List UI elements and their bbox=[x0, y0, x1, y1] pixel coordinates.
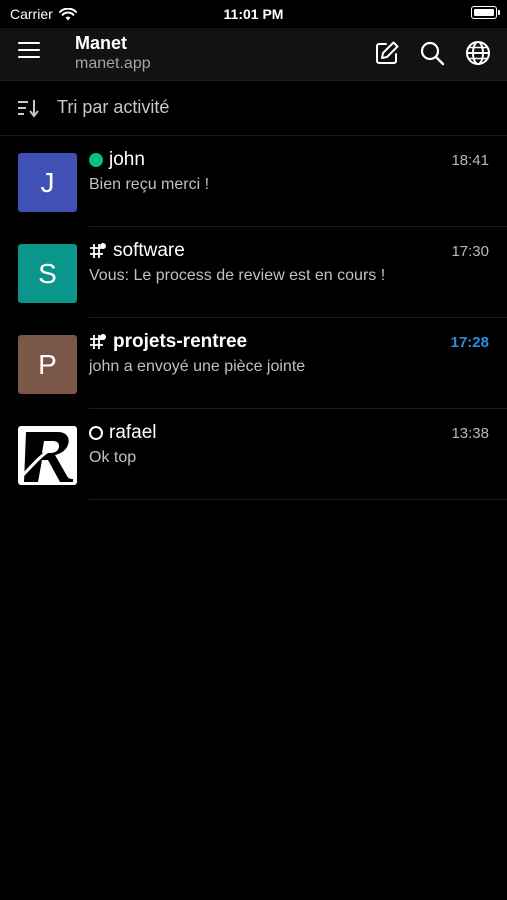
sort-icon bbox=[18, 100, 39, 118]
clock: 11:01 PM bbox=[223, 6, 284, 22]
room-time: 18:41 bbox=[451, 152, 489, 169]
room-name-line: projets-rentree bbox=[89, 331, 247, 353]
k-logo-avatar bbox=[20, 432, 73, 482]
search-icon[interactable] bbox=[419, 40, 445, 66]
room-name-line: software bbox=[89, 240, 185, 262]
room-name-line: john bbox=[89, 149, 145, 171]
online-status-icon bbox=[89, 153, 103, 167]
app-header: Manet manet.app bbox=[0, 28, 507, 81]
room-preview: Vous: Le process de review est en cours … bbox=[89, 267, 386, 284]
avatar: J bbox=[18, 153, 77, 212]
room-name: software bbox=[113, 240, 185, 261]
room-preview: Bien reçu merci ! bbox=[89, 176, 210, 193]
status-bar: Carrier 11:01 PM bbox=[0, 0, 507, 28]
compose-icon[interactable] bbox=[374, 40, 400, 66]
offline-status-icon bbox=[89, 426, 103, 440]
divider bbox=[89, 499, 507, 500]
avatar bbox=[18, 426, 77, 485]
room-item-john[interactable]: J john 18:41 Bien reçu merci ! bbox=[0, 136, 507, 227]
sort-label: Tri par activité bbox=[57, 97, 170, 117]
room-item-software[interactable]: S software 17:30 Vous: Le process de rev… bbox=[0, 227, 507, 318]
server-subtitle: manet.app bbox=[75, 55, 151, 72]
room-preview: john a envoyé une pièce jointe bbox=[89, 358, 306, 375]
room-name-line: rafael bbox=[89, 422, 157, 444]
avatar: P bbox=[18, 335, 77, 394]
room-name: projets-rentree bbox=[113, 331, 248, 352]
group-room-icon bbox=[90, 243, 106, 258]
group-room-icon bbox=[90, 334, 106, 349]
menu-icon bbox=[18, 42, 40, 44]
room-preview: Ok top bbox=[89, 449, 137, 466]
room-time: 17:30 bbox=[451, 243, 489, 260]
menu-button[interactable] bbox=[18, 42, 40, 60]
server-title: Manet bbox=[75, 33, 128, 53]
room-item-rafael[interactable]: rafael 13:38 Ok top bbox=[0, 409, 507, 500]
globe-icon[interactable] bbox=[465, 40, 491, 66]
room-name: rafael bbox=[109, 422, 157, 443]
room-item-projets-rentree[interactable]: P projets-rentree 17:28 john a envoyé un… bbox=[0, 318, 507, 409]
sort-button[interactable]: Tri par activité bbox=[0, 81, 507, 136]
room-name: john bbox=[109, 149, 145, 170]
room-list: J john 18:41 Bien reçu merci ! S softwar… bbox=[0, 136, 507, 500]
avatar: S bbox=[18, 244, 77, 303]
room-time: 13:38 bbox=[451, 425, 489, 442]
battery-icon bbox=[471, 6, 500, 19]
room-time: 17:28 bbox=[450, 334, 489, 351]
